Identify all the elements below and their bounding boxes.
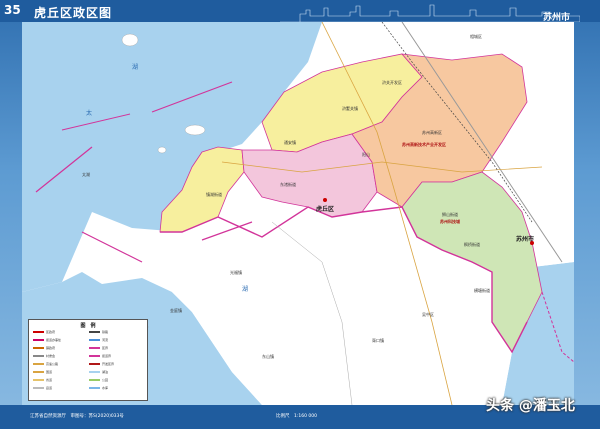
legend-swatch xyxy=(89,371,100,373)
legend-item-label: 河流 xyxy=(102,338,109,342)
legend-swatch xyxy=(33,331,44,333)
legend-item-label: 国道 xyxy=(46,370,53,374)
label-district-main: 虎丘区 xyxy=(316,206,335,213)
legend-item-label: 湖泊 xyxy=(102,370,109,374)
label-place: 太湖 xyxy=(82,172,90,177)
district-seat-dot xyxy=(323,198,327,202)
map-title: 虎丘区政区图 xyxy=(34,6,113,20)
legend-item: 水库 xyxy=(88,386,144,391)
label-dev-zone: 苏州高新技术产业开发区 xyxy=(402,142,446,147)
legend-item: 铁路 xyxy=(88,330,144,335)
legend-item-label: 村委会 xyxy=(46,354,56,358)
legend-item-label: 县道 xyxy=(46,386,53,390)
watermark: 头条 @潘玉北 xyxy=(486,398,575,414)
label-place: 狮山街道 xyxy=(442,212,458,217)
legend-swatch xyxy=(89,331,100,333)
legend-item-label: 区政府 xyxy=(46,330,56,334)
legend-item: 镇政府 xyxy=(32,346,88,351)
legend-swatch xyxy=(89,355,100,357)
label-place: 东渚街道 xyxy=(280,182,296,187)
legend-item: 开发区界 xyxy=(88,362,144,367)
label-place: 光福镇 xyxy=(230,270,242,275)
island-3 xyxy=(157,146,167,154)
lake-boundary-4 xyxy=(201,221,253,241)
publisher-text: 江苏省自然资源厅 审图号：苏S(2020)033号 xyxy=(30,414,124,419)
label-place: 东山镇 xyxy=(262,354,274,359)
label-place: 通安镇 xyxy=(284,140,296,145)
legend-item: 国道 xyxy=(32,370,88,375)
label-water: 湖 xyxy=(242,286,249,293)
legend-swatch xyxy=(33,355,44,357)
skyline-decoration xyxy=(280,4,580,22)
island-2 xyxy=(184,124,206,136)
legend-item: 街道界 xyxy=(88,354,144,359)
legend-title: 图 例 xyxy=(80,323,96,329)
legend-item-label: 省道 xyxy=(46,378,53,382)
label-place: 镇湖街道 xyxy=(206,192,222,197)
page-number: 35 xyxy=(4,3,21,17)
legend-item: 省道 xyxy=(32,378,88,383)
label-place: 相城区 xyxy=(470,34,482,39)
scale-text: 比例尺 1:160 000 xyxy=(276,414,317,419)
legend-item: 街道办事处 xyxy=(32,338,88,343)
legend-swatch xyxy=(89,379,100,381)
label-place: 浒墅关镇 xyxy=(342,106,358,111)
label-place: 苏州高新区 xyxy=(422,130,442,135)
label-place: 吴中区 xyxy=(422,312,434,317)
lake-boundary-3 xyxy=(81,231,143,263)
label-water: 湖 xyxy=(132,64,139,71)
label-place: 胥口镇 xyxy=(372,338,384,343)
legend-swatch xyxy=(89,339,100,341)
map-canvas: 虎丘区 苏州市 浒墅关镇 通安镇 东渚街道 镇湖街道 狮山街道 枫桥街道 横塘街… xyxy=(22,22,574,405)
legend-item-label: 街道办事处 xyxy=(46,338,62,342)
legend-item: 区界 xyxy=(88,346,144,351)
legend-item: 河流 xyxy=(88,338,144,343)
legend-swatch xyxy=(33,371,44,373)
legend-item: 区政府 xyxy=(32,330,88,335)
legend-swatch xyxy=(33,387,44,389)
label-place: 金庭镇 xyxy=(170,308,182,313)
legend-item-label: 街道界 xyxy=(102,354,112,358)
legend-box: 图 例 区政府街道办事处镇政府村委会高速公路国道省道县道 铁路河流区界街道界开发区… xyxy=(28,319,148,401)
legend-swatch xyxy=(33,363,44,365)
legend-swatch xyxy=(33,339,44,341)
legend-item: 高速公路 xyxy=(32,362,88,367)
legend-item-label: 水库 xyxy=(102,386,109,390)
label-place: 枫桥街道 xyxy=(464,242,480,247)
legend-item-label: 区界 xyxy=(102,346,109,350)
label-water: 太 xyxy=(86,110,93,117)
legend-swatch xyxy=(33,379,44,381)
legend-item: 县道 xyxy=(32,386,88,391)
legend-item-label: 高速公路 xyxy=(46,362,59,366)
label-place: 浒关开发区 xyxy=(382,80,402,85)
legend-swatch xyxy=(89,347,100,349)
legend-swatch xyxy=(33,347,44,349)
legend-swatch xyxy=(89,387,100,389)
label-neighbor-city: 苏州市 xyxy=(516,236,535,243)
label-place: 阳山 xyxy=(362,152,370,157)
legend-swatch xyxy=(89,363,100,365)
legend-item: 公园 xyxy=(88,378,144,383)
label-place: 横塘街道 xyxy=(474,288,490,293)
legend-item-label: 镇政府 xyxy=(46,346,56,350)
legend-item-label: 开发区界 xyxy=(102,362,115,366)
island-1 xyxy=(121,33,139,47)
label-dev-zone: 苏州科技城 xyxy=(440,219,460,224)
legend-item-label: 公园 xyxy=(102,378,109,382)
legend-item-label: 铁路 xyxy=(102,330,109,334)
header-bar: 35 虎丘区政区图 苏州市 xyxy=(0,0,600,23)
legend-item: 村委会 xyxy=(32,354,88,359)
legend-item: 湖泊 xyxy=(88,370,144,375)
